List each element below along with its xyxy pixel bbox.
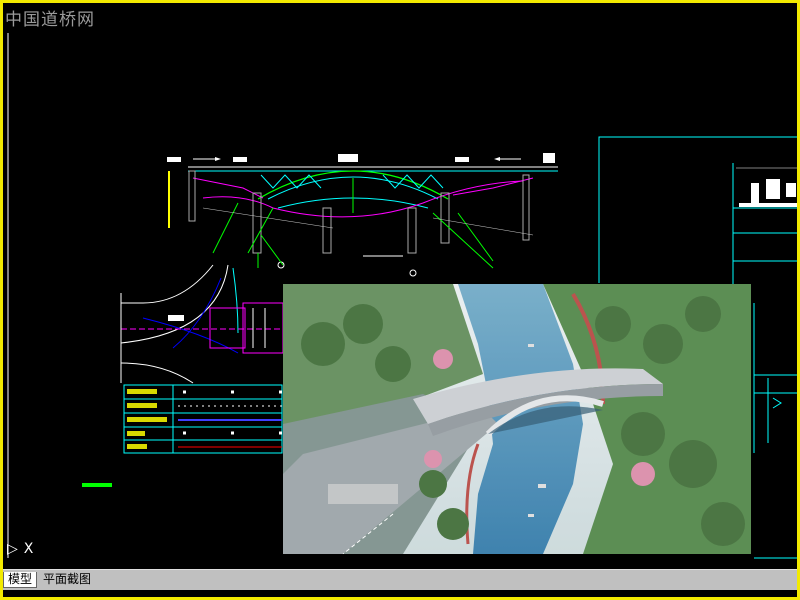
ucs-arrow-icon: ▷: [7, 541, 18, 557]
tab-model[interactable]: 模型: [3, 572, 38, 588]
watermark-top: 中国道桥网: [5, 10, 95, 30]
road-plan-drawing: [120, 264, 284, 384]
tab-layout[interactable]: 平面截图: [39, 572, 95, 587]
bridge-rendering-image: [283, 284, 751, 554]
layout-tab-bar: 模型 平面截图: [3, 569, 797, 590]
ucs-axis-label: X: [23, 541, 34, 557]
legend-table: [123, 384, 283, 454]
ucs-icon: ▷ X: [7, 541, 33, 557]
drawing-window: 中国道桥网 www.cndao.com ▷X 模型 平面截图: [0, 0, 800, 600]
scale-bar: [82, 483, 112, 487]
bridge-elevation-drawing: [167, 153, 558, 277]
